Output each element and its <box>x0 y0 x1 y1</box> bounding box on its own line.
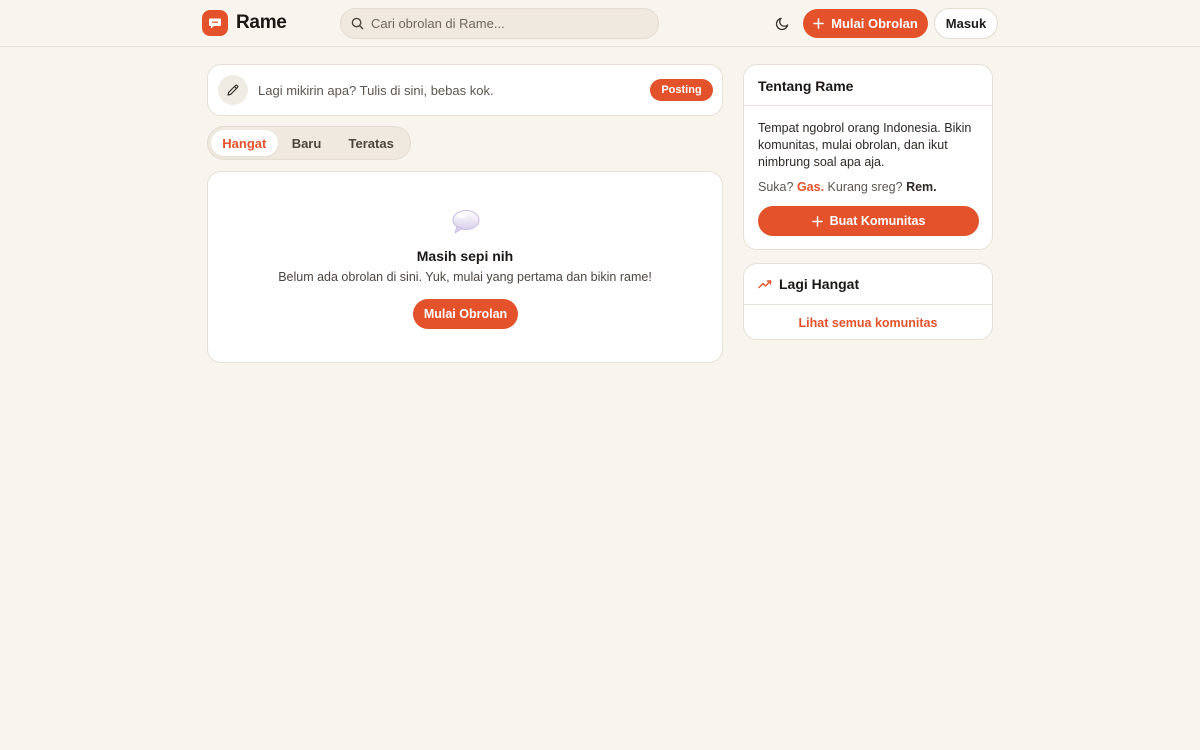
search-icon <box>351 17 364 30</box>
chat-bubble-icon <box>202 10 228 36</box>
start-chat-button[interactable]: Mulai Obrolan <box>413 299 518 329</box>
trending-title: Lagi Hangat <box>779 276 860 292</box>
post-composer: Lagi mikirin apa? Tulis di sini, bebas k… <box>207 64 723 116</box>
about-card: Tentang Rame Tempat ngobrol orang Indone… <box>743 64 993 250</box>
login-button[interactable]: Masuk <box>934 8 998 39</box>
divider <box>744 304 992 305</box>
empty-state-card: Masih sepi nih Belum ada obrolan di sini… <box>207 171 723 363</box>
search-bar[interactable] <box>340 8 659 39</box>
brand-logo[interactable]: Rame <box>202 10 287 36</box>
trending-header: Lagi Hangat <box>758 276 859 292</box>
create-community-button[interactable]: Buat Komunitas <box>758 206 979 236</box>
tagline-middle: Kurang sreg? <box>827 180 903 194</box>
create-community-label: Buat Komunitas <box>829 214 926 228</box>
trending-card: Lagi Hangat Lihat semua komunitas <box>743 263 993 340</box>
tagline-gas: Gas. <box>796 180 825 194</box>
search-input[interactable] <box>371 16 631 31</box>
about-description: Tempat ngobrol orang Indonesia. Bikin ko… <box>758 121 972 169</box>
pencil-icon <box>218 75 248 105</box>
moon-icon <box>775 17 788 30</box>
plus-icon <box>813 18 824 29</box>
tab-teratas[interactable]: Teratas <box>335 130 407 156</box>
tab-hangat[interactable]: Hangat <box>211 130 278 156</box>
empty-description: Belum ada obrolan di sini. Yuk, mulai ya… <box>278 270 652 284</box>
brand-name: Rame <box>236 12 287 33</box>
post-button[interactable]: Posting <box>650 79 713 101</box>
tab-baru[interactable]: Baru <box>278 130 336 156</box>
new-chat-label: Mulai Obrolan <box>831 16 918 31</box>
theme-toggle-button[interactable] <box>770 11 794 35</box>
new-chat-button[interactable]: Mulai Obrolan <box>803 9 928 38</box>
about-tagline: Suka? Gas. Kurang sreg? Rem. <box>758 180 937 194</box>
trending-up-icon <box>758 280 772 289</box>
composer-prompt[interactable]: Lagi mikirin apa? Tulis di sini, bebas k… <box>258 83 494 98</box>
tagline-rem: Rem. <box>906 180 937 194</box>
all-communities-link[interactable]: Lihat semua komunitas <box>744 316 992 330</box>
plus-icon <box>811 215 823 227</box>
divider <box>744 105 992 106</box>
tagline-prefix: Suka? <box>758 180 794 194</box>
feed-tabs: Hangat Baru Teratas <box>207 126 411 160</box>
empty-title: Masih sepi nih <box>416 248 514 264</box>
top-navbar: Rame Mulai Obrolan Masuk <box>0 0 1200 47</box>
speech-bubble-icon <box>452 210 480 234</box>
about-title: Tentang Rame <box>758 78 854 94</box>
